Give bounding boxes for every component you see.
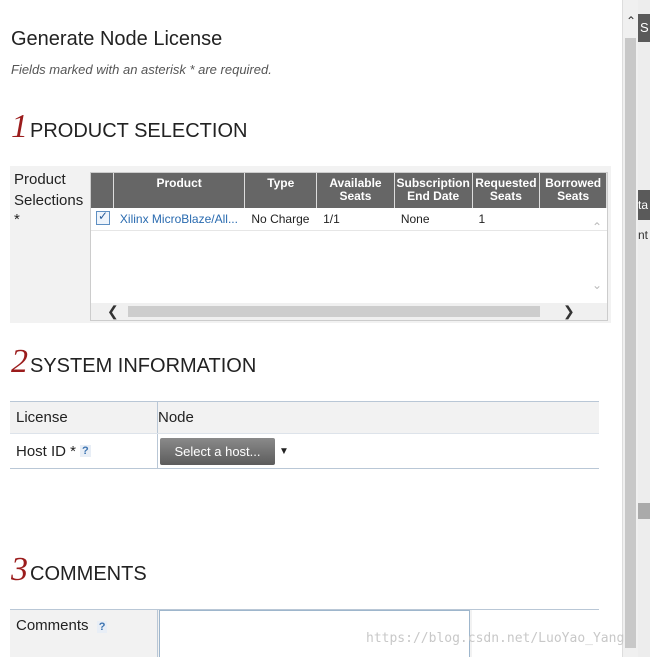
generate-license-dialog: Generate Node License Fields marked with… xyxy=(0,6,622,657)
help-icon[interactable]: ? xyxy=(80,445,91,457)
license-label: License xyxy=(10,402,158,433)
row-checkbox[interactable] xyxy=(96,210,110,225)
scrollbar-thumb[interactable] xyxy=(128,306,540,317)
section-heading-system: 2 SYSTEM INFORMATION xyxy=(11,343,256,381)
background-text: nt xyxy=(638,228,649,242)
watermark: https://blog.csdn.net/LuoYao_Yang xyxy=(366,631,625,646)
product-selections-label: Product Selections xyxy=(14,171,84,209)
grid-horizontal-scrollbar[interactable]: ❮ ❯ xyxy=(91,303,607,320)
host-label-cell: Host ID * ? xyxy=(10,434,158,468)
scrollbar-thumb[interactable] xyxy=(625,38,636,648)
host-id-label: Host ID * xyxy=(16,442,77,460)
select-host-button[interactable]: Select a host... xyxy=(160,437,275,465)
section-heading-comments: 3 COMMENTS xyxy=(11,551,147,589)
section-label: SYSTEM INFORMATION xyxy=(30,355,257,377)
scroll-left-icon[interactable]: ❮ xyxy=(107,303,119,320)
license-value: Node xyxy=(158,409,194,426)
help-icon[interactable]: ? xyxy=(96,621,108,633)
required-asterisk: * xyxy=(14,211,20,228)
cell-requested-seats: 1 xyxy=(478,212,486,226)
background-bar xyxy=(638,503,650,519)
background-tab: S xyxy=(638,14,650,42)
row-select-cell xyxy=(91,210,114,228)
scroll-down-icon[interactable]: ⌄ xyxy=(592,278,602,292)
scroll-up-icon[interactable]: ⌃ xyxy=(592,220,602,234)
header-product[interactable]: Product xyxy=(114,173,246,208)
header-available-seats[interactable]: Available Seats xyxy=(317,173,395,208)
header-borrowed-seats[interactable]: Borrowed Seats xyxy=(540,173,607,208)
comments-label: Comments xyxy=(16,617,89,634)
dropdown-caret-icon[interactable]: ▼ xyxy=(279,446,289,457)
grid-vertical-scrollbar[interactable]: ⌃ ⌄ xyxy=(589,208,607,308)
system-info-table: License Node Host ID * ? Select a host..… xyxy=(10,401,599,469)
scroll-right-icon[interactable]: ❯ xyxy=(563,303,575,320)
cell-available-seats: 1/1 xyxy=(323,212,340,226)
section-number: 2 xyxy=(11,343,28,380)
license-row: License Node xyxy=(10,402,599,434)
background-page-right: S ta nt xyxy=(638,0,650,657)
header-type[interactable]: Type xyxy=(245,173,318,208)
dialog-scrollbar[interactable]: ⌃ xyxy=(622,0,638,657)
cell-product[interactable]: Xilinx MicroBlaze/All... xyxy=(114,212,245,226)
cell-type: No Charge xyxy=(251,212,310,226)
scroll-up-icon[interactable]: ⌃ xyxy=(623,14,639,28)
section-label: COMMENTS xyxy=(30,563,147,585)
section-number: 1 xyxy=(11,108,28,145)
required-note: Fields marked with an asterisk * are req… xyxy=(11,62,272,77)
product-grid: Product Type Available Seats Subscriptio… xyxy=(90,172,608,321)
section-heading-product: 1 PRODUCT SELECTION xyxy=(11,108,247,146)
host-row: Host ID * ? Select a host... ▼ xyxy=(10,434,599,468)
cell-subscription-end: None xyxy=(400,212,430,226)
section-label: PRODUCT SELECTION xyxy=(30,120,248,142)
section-number: 3 xyxy=(11,551,28,588)
product-selection-panel: Product Selections * Product Type Availa… xyxy=(10,166,611,323)
host-select-cell: Select a host... ▼ xyxy=(158,434,599,468)
background-tab-2: ta xyxy=(638,190,650,220)
dialog-title: Generate Node License xyxy=(11,28,223,50)
comments-label-cell: Comments ? xyxy=(10,610,158,657)
grid-header: Product Type Available Seats Subscriptio… xyxy=(91,173,607,208)
header-select xyxy=(91,173,114,208)
header-subscription-end[interactable]: Subscription End Date xyxy=(395,173,473,208)
header-requested-seats[interactable]: Requested Seats xyxy=(473,173,541,208)
table-row[interactable]: Xilinx MicroBlaze/All... No Charge 1/1 N… xyxy=(91,208,607,231)
